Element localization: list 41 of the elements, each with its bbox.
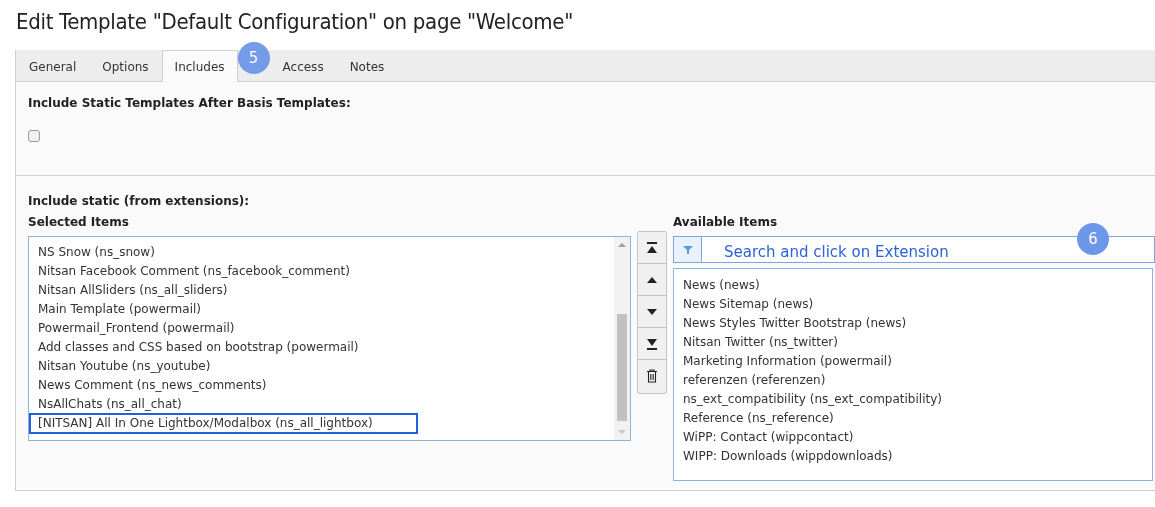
list-item[interactable]: NsAllChats (ns_all_chat) xyxy=(30,395,192,414)
tab[interactable]: Notes xyxy=(336,50,398,82)
tab[interactable]: Includes xyxy=(161,50,238,82)
move-to-top-button[interactable] xyxy=(637,232,666,264)
list-item[interactable]: Main Template (powermail) xyxy=(30,300,211,319)
field-label: Include Static Templates After Basis Templates: xyxy=(28,96,351,110)
trash-icon xyxy=(645,369,658,383)
list-item[interactable]: News Comment (ns_news_comments) xyxy=(30,376,277,395)
listbox[interactable] xyxy=(673,268,1153,481)
list-item[interactable]: Nitsan AllSliders (ns_all_sliders) xyxy=(30,281,238,300)
list-item[interactable]: Nitsan Twitter (ns_twitter) xyxy=(675,333,848,352)
list-item[interactable]: Reference (ns_reference) xyxy=(675,409,844,428)
list-item[interactable]: ns_ext_compatibility (ns_ext_compatibility) xyxy=(675,390,952,409)
listbox[interactable] xyxy=(28,236,631,441)
list-item[interactable]: WIPP: Downloads (wippdownloads) xyxy=(675,447,903,466)
list-item[interactable]: Add classes and CSS based on bootstrap (powermail) xyxy=(30,338,369,357)
step-badge: 6 xyxy=(1077,223,1109,255)
list-item[interactable]: [NITSAN] All In One Lightbox/Modalbox (ns_all_lightbox) xyxy=(30,414,417,433)
list-item[interactable]: Nitsan Facebook Comment (ns_facebook_comment) xyxy=(30,262,360,281)
tab[interactable]: Access xyxy=(269,50,337,82)
checkbox[interactable] xyxy=(28,130,40,142)
list-item[interactable]: referenzen (referenzen) xyxy=(675,371,836,390)
filter-icon xyxy=(682,244,693,255)
list-item[interactable]: Marketing Information (powermail) xyxy=(675,352,902,371)
filter-button[interactable] xyxy=(673,236,702,263)
list-item[interactable]: News (news) xyxy=(675,276,770,295)
field-label: Include static (from extensions): xyxy=(28,194,250,208)
tab[interactable]: Options xyxy=(89,50,162,82)
step-badge: 5 xyxy=(237,42,270,74)
list-item[interactable]: Powermail_Frontend (powermail) xyxy=(30,319,245,338)
arrow-to-top-icon xyxy=(645,240,658,255)
field-label: Available Items xyxy=(673,215,778,229)
list-item[interactable]: Nitsan Youtube (ns_youtube) xyxy=(30,357,221,376)
tab[interactable]: General xyxy=(16,50,90,82)
page-title: Edit Template "Default Configuration" on page "Welcome" xyxy=(15,8,574,36)
list-item[interactable]: News Styles Twitter Bootstrap (news) xyxy=(675,314,917,333)
field-label: Selected Items xyxy=(28,215,129,229)
list-item[interactable]: WiPP: Contact (wippcontact) xyxy=(675,428,864,447)
list-item[interactable]: NS Snow (ns_snow) xyxy=(30,243,165,262)
list-item[interactable]: News Sitemap (news) xyxy=(675,295,824,314)
arrow-to-bottom-icon xyxy=(645,336,658,351)
